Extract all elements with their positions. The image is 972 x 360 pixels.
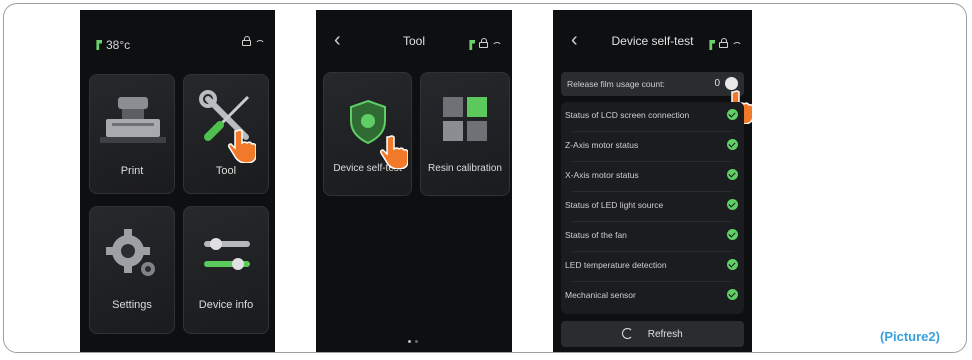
tile-settings-label: Settings <box>112 299 152 311</box>
lock-icon <box>719 38 728 48</box>
checkmark-icon <box>727 139 738 150</box>
status-icon <box>469 40 475 50</box>
list-item: Z-Axis motor status <box>561 132 744 158</box>
list-item: X-Axis motor status <box>561 162 744 188</box>
wifi-icon <box>255 40 265 46</box>
check-label: LED temperature detection <box>565 260 667 270</box>
checkmark-icon <box>727 109 738 120</box>
status-bar: 38°c <box>80 10 275 62</box>
refresh-icon <box>622 328 634 339</box>
wifi-icon <box>732 42 742 48</box>
status-icon <box>709 40 715 50</box>
tile-print[interactable]: Print <box>89 74 175 194</box>
reset-count-button[interactable] <box>725 77 738 90</box>
temperature-icon <box>96 40 102 50</box>
checkmark-icon <box>727 259 738 270</box>
release-film-row: Release film usage count: 0 <box>561 72 744 96</box>
temperature-readout: 38°c <box>106 38 131 52</box>
cubes-icon <box>443 97 487 141</box>
check-label: X-Axis motor status <box>565 170 639 180</box>
list-item: LED temperature detection <box>561 252 744 278</box>
list-item: Status of LCD screen connection <box>561 102 744 128</box>
checkmark-icon <box>727 199 738 210</box>
tile-resin-calibration[interactable]: Resin calibration <box>420 72 510 196</box>
list-item: Status of the fan <box>561 222 744 248</box>
home-screen: 38°c Print Tool Settings Device info <box>80 10 275 352</box>
tile-print-label: Print <box>120 165 144 177</box>
self-test-screen: ‹ Device self-test Release film usage co… <box>553 10 752 352</box>
check-label: Status of the fan <box>565 230 627 240</box>
wifi-icon <box>492 42 502 48</box>
hand-pointer-icon <box>228 129 256 163</box>
hand-pointer-icon <box>380 135 408 169</box>
printer-icon <box>100 97 166 143</box>
checkmark-icon <box>727 169 738 180</box>
list-item: Mechanical sensor <box>561 282 744 308</box>
refresh-button[interactable]: Refresh <box>561 321 744 347</box>
tile-tool-label: Tool <box>215 165 237 177</box>
page-indicator <box>408 340 418 343</box>
lock-icon <box>479 38 488 48</box>
check-label: Z-Axis motor status <box>565 140 639 150</box>
checkmark-icon <box>727 229 738 240</box>
page-dot-active <box>408 340 411 343</box>
gear-icon <box>106 229 155 276</box>
checkmark-icon <box>727 289 738 300</box>
check-label: Status of LCD screen connection <box>565 110 690 120</box>
release-film-label: Release film usage count: <box>567 79 665 89</box>
release-film-count: 0 <box>714 78 720 89</box>
tile-device-info[interactable]: Device info <box>183 206 269 334</box>
figure-caption: (Picture2) <box>880 329 940 344</box>
lock-icon <box>242 36 251 46</box>
check-label: Status of LED light source <box>565 200 664 210</box>
tile-device-info-label: Device info <box>198 299 254 311</box>
page-dot <box>415 340 418 343</box>
check-label: Mechanical sensor <box>565 290 636 300</box>
tile-tool[interactable]: Tool <box>183 74 269 194</box>
tile-resin-calibration-label: Resin calibration <box>428 163 502 174</box>
tile-settings[interactable]: Settings <box>89 206 175 334</box>
self-test-list: Status of LCD screen connection Z-Axis m… <box>561 102 744 314</box>
tool-screen: ‹ Tool Device self-test Resin calibratio… <box>316 10 512 352</box>
list-item: Status of LED light source <box>561 192 744 218</box>
tile-device-self-test[interactable]: Device self-test <box>323 72 412 196</box>
refresh-label: Refresh <box>647 328 683 340</box>
sliders-icon <box>204 238 250 270</box>
